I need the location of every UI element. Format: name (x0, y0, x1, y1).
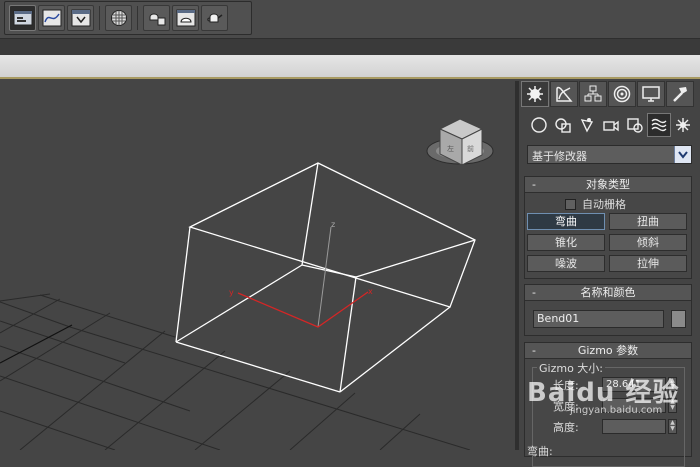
height-spinner[interactable] (602, 419, 666, 434)
render-production-button[interactable] (201, 5, 228, 31)
rendered-frame-window-button[interactable] (172, 5, 199, 31)
shapes-button[interactable] (551, 113, 575, 137)
tab-motion[interactable] (608, 81, 636, 107)
render-teapot-icon (206, 13, 222, 23)
lights-icon (580, 118, 594, 133)
cameras-button[interactable] (599, 113, 623, 137)
object-type-header[interactable]: - 对象类型 (525, 177, 691, 193)
twist-button[interactable]: 扭曲 (609, 213, 687, 230)
name-color-header[interactable]: - 名称和颜色 (525, 285, 691, 301)
helpers-icon (627, 118, 643, 133)
create-category-icons (519, 113, 700, 139)
main-toolbar (0, 0, 700, 38)
bend-gizmo (175, 162, 476, 393)
shapes-icon (555, 118, 571, 133)
render-setup-icon (149, 13, 165, 26)
scene-explorer-icon (13, 10, 32, 26)
material-editor-icon (110, 10, 127, 26)
chevron-down-icon (678, 150, 688, 159)
bend-section-label: 弯曲: (527, 445, 553, 458)
autogrid-label: 自动栅格 (582, 198, 626, 211)
viewport-canvas: 左 前 z y x (0, 118, 494, 450)
autogrid-row[interactable]: 自动栅格 (565, 196, 626, 212)
perspective-viewport[interactable]: 左 前 z y x (0, 81, 515, 450)
dropdown-arrow[interactable] (674, 146, 691, 163)
motion-tab-icon (613, 85, 631, 103)
toolbar-separator (137, 6, 138, 30)
toolbar-separator (99, 6, 100, 30)
helpers-button[interactable] (623, 113, 647, 137)
tab-display[interactable] (637, 81, 665, 107)
category-dropdown-value: 基于修改器 (532, 150, 587, 163)
object-type-title: 对象类型 (586, 178, 630, 191)
schematic-view-icon (71, 9, 90, 27)
space-warps-button[interactable] (647, 113, 671, 137)
modify-tab-icon (556, 86, 573, 102)
tab-modify[interactable] (550, 81, 578, 107)
curve-editor-button[interactable] (38, 5, 65, 31)
systems-icon (676, 118, 690, 132)
axis-x-label: x (368, 287, 373, 296)
home-grid (0, 293, 471, 450)
utilities-tab-icon (673, 87, 687, 102)
tab-create[interactable] (521, 81, 549, 107)
cameras-icon (603, 120, 619, 132)
stretch-button[interactable]: 拉伸 (609, 255, 687, 272)
curve-editor-icon (42, 9, 61, 27)
grid-center-line (0, 324, 73, 364)
ribbon-strip (0, 55, 700, 79)
gizmo-params-title: Gizmo 参数 (577, 344, 639, 357)
axis-y-label: y (229, 288, 234, 297)
status-strip (0, 38, 700, 55)
material-editor-button[interactable] (105, 5, 132, 31)
taper-button[interactable]: 锥化 (527, 234, 605, 251)
create-tab-icon (527, 86, 543, 102)
collapse-icon: - (532, 178, 536, 191)
svg-text:前: 前 (467, 144, 474, 153)
toolbar-group (4, 1, 252, 35)
autogrid-checkbox[interactable] (565, 198, 576, 210)
viewcube[interactable]: 左 前 (426, 118, 494, 166)
command-panel-tabs (519, 81, 700, 109)
hierarchy-tab-icon (584, 85, 602, 102)
name-color-rollout: - 名称和颜色 Bend01 (524, 284, 692, 336)
tab-utilities[interactable] (666, 81, 694, 107)
name-color-title: 名称和颜色 (580, 286, 636, 299)
space-warps-icon (651, 118, 667, 132)
scene-explorer-button[interactable] (9, 5, 36, 31)
baidu-watermark-url: jingyan.baidu.com (570, 405, 663, 416)
render-setup-button[interactable] (143, 5, 170, 31)
object-name-field[interactable]: Bend01 (533, 310, 664, 328)
object-color-swatch[interactable] (671, 310, 686, 328)
object-type-rollout: - 对象类型 自动栅格 弯曲 扭曲 锥化 倾斜 噪波 拉伸 (524, 176, 692, 279)
tab-hierarchy[interactable] (579, 81, 607, 107)
geometry-icon (531, 117, 547, 133)
collapse-icon: - (532, 344, 536, 357)
lights-button[interactable] (575, 113, 599, 137)
category-dropdown[interactable]: 基于修改器 (527, 145, 692, 164)
bend-button[interactable]: 弯曲 (527, 213, 605, 230)
height-label: 高度: (553, 421, 579, 434)
systems-button[interactable] (671, 113, 695, 137)
schematic-view-button[interactable] (67, 5, 94, 31)
svg-text:左: 左 (447, 144, 454, 153)
skew-button[interactable]: 倾斜 (609, 234, 687, 251)
height-spinner-arrows[interactable]: ▲ ▼ (668, 419, 677, 434)
display-tab-icon (642, 86, 660, 102)
noise-button[interactable]: 噪波 (527, 255, 605, 272)
collapse-icon: - (532, 286, 536, 299)
geometry-button[interactable] (527, 113, 551, 137)
rendered-frame-window-icon (176, 9, 195, 27)
baidu-watermark: Baidu 经验 (527, 378, 680, 408)
gizmo-params-header[interactable]: - Gizmo 参数 (525, 343, 691, 359)
axis-z-label: z (331, 220, 335, 229)
